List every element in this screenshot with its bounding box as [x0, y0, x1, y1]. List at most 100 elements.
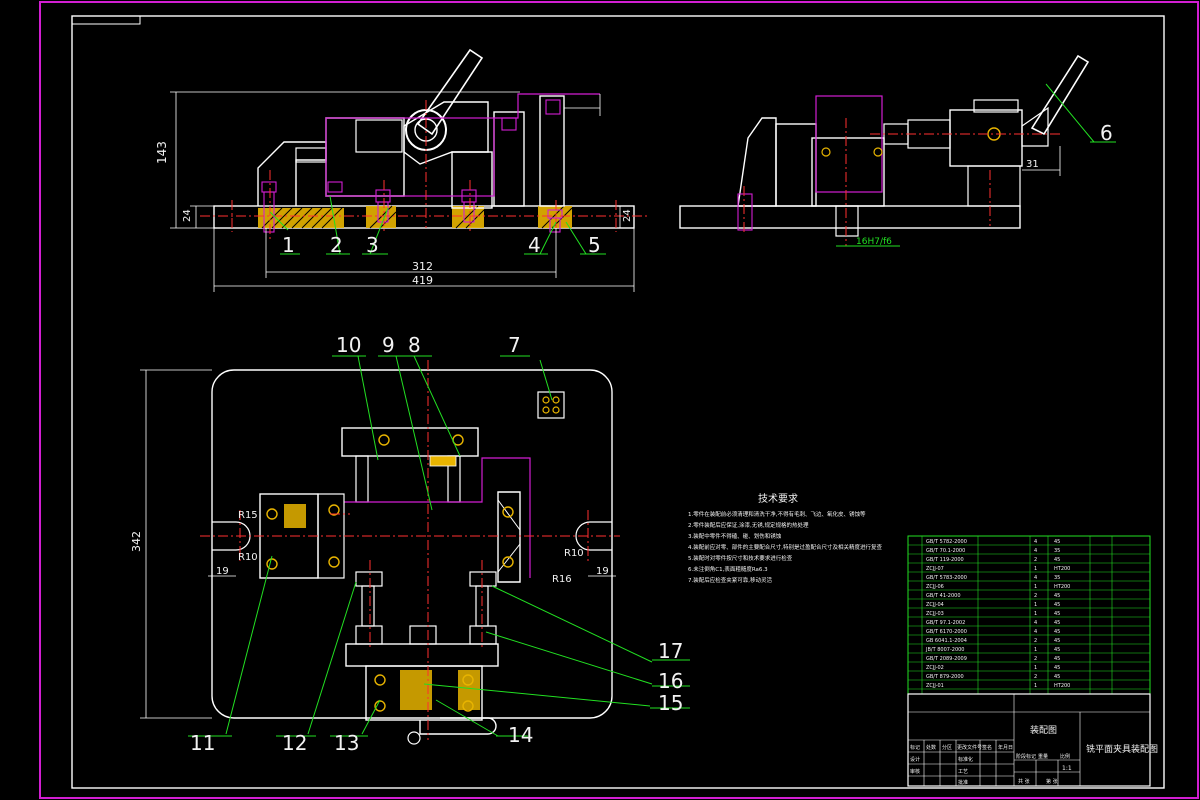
drawing-number-box	[71, 15, 141, 25]
tb-cell-stage: 阶段标记	[1016, 753, 1036, 760]
balloon-6: 6	[1100, 121, 1113, 145]
title-block: 装配图 铣平面夹具装配图 1:1 标记 处数 分区 更改文件号 签名 年月日 设…	[907, 693, 1158, 787]
left-support-block	[257, 141, 327, 206]
bom-qty-14: 1	[1034, 566, 1037, 572]
tb-cell-design: 设计	[910, 756, 920, 763]
balloon-1: 1	[282, 233, 295, 257]
bom-qty-6: 2	[1034, 638, 1037, 644]
outer-sheet-frame	[39, 1, 1199, 799]
bom-code-11: GB/T 41-2000	[926, 593, 961, 599]
bom-mat-13: 35	[1054, 575, 1060, 581]
bom-mat-14: HT200	[1054, 566, 1070, 572]
bom-qty-2: 2	[1034, 674, 1037, 680]
dim-143: 143	[155, 141, 169, 164]
bom-qty-10: 1	[1034, 602, 1037, 608]
tb-cell-count: 处数	[926, 744, 936, 751]
dim-342: 342	[130, 531, 143, 552]
bom-mat-6: 45	[1054, 638, 1060, 644]
top-view: 342 R15 R10 R10 R16 19 19	[130, 360, 620, 745]
side-base	[679, 205, 1021, 229]
balloon-16: 16	[658, 669, 683, 693]
bom-qty-17: 4	[1034, 539, 1037, 545]
title-main: 铣平面夹具装配图	[1086, 743, 1158, 755]
tb-cell-ratio: 比例	[1060, 753, 1070, 760]
bom-code-9: ZCJJ-03	[926, 611, 944, 617]
tb-cell-zone: 分区	[942, 744, 952, 751]
bom-mat-5: 45	[1054, 647, 1060, 653]
dim-r16: R16	[552, 574, 572, 585]
center-body	[325, 117, 405, 197]
bom-qty-4: 2	[1034, 656, 1037, 662]
bom-code-5: JB/T 8007-2000	[925, 647, 965, 653]
tb-cell-standard: 标准化	[958, 756, 973, 763]
bom-mat-7: 45	[1054, 629, 1060, 635]
dim-19-left: 19	[216, 566, 229, 577]
balloon-13: 13	[334, 731, 359, 755]
bom-code-8: GB/T 97.1-2002	[926, 620, 965, 626]
balloon-7: 7	[508, 333, 521, 357]
right-post	[493, 111, 525, 207]
bom-mat-4: 45	[1054, 656, 1060, 662]
bom-qty-13: 4	[1034, 575, 1037, 581]
bom-code-4: GB/T 2089-2009	[926, 656, 967, 662]
dim-24-left: 24	[182, 209, 193, 222]
bom-mat-9: 45	[1054, 611, 1060, 617]
bom-mat-2: 45	[1054, 674, 1060, 680]
dim-19-right: 19	[596, 566, 609, 577]
bom-qty-3: 1	[1034, 665, 1037, 671]
dim-312: 312	[412, 260, 433, 273]
tb-cell-weight: 重量	[1038, 753, 1048, 760]
bom-qty-5: 1	[1034, 647, 1037, 653]
bom-code-12: ZCJJ-06	[926, 584, 944, 590]
bom-code-10: ZCJJ-04	[926, 602, 944, 608]
bom-code-17: GB/T 5782-2000	[926, 539, 967, 545]
balloon-15: 15	[658, 691, 683, 715]
bom-qty-1: 1	[1034, 683, 1037, 689]
tb-cell-marker: 标记	[910, 744, 920, 751]
front-view: 143 24 24 312 419	[155, 48, 650, 292]
assembly-drawing: 143 24 24 312 419 31 16H7/f6 342 R15 R10…	[39, 1, 1199, 799]
bom-code-13: GB/T 5783-2000	[926, 575, 967, 581]
side-workpiece-phantom	[815, 95, 883, 193]
tech-req-5: 5.装配时对零件按尺寸和技术要求进行检查	[688, 554, 793, 562]
side-view: 31 16H7/f6	[679, 54, 1090, 247]
bom-mat-1: HT200	[1054, 683, 1070, 689]
balloon-9: 9	[382, 333, 395, 357]
balloon-8: 8	[408, 333, 421, 357]
bom-qty-9: 1	[1034, 611, 1037, 617]
bom-qty-11: 2	[1034, 593, 1037, 599]
dim-419: 419	[412, 274, 433, 287]
bom-qty-15: 2	[1034, 557, 1037, 563]
bom-code-7: GB/T 6170-2000	[926, 629, 967, 635]
bom-code-15: GB/T 119-2000	[926, 557, 964, 563]
tb-cell-sheet: 第 张	[1046, 778, 1058, 785]
bom-mat-3: 45	[1054, 665, 1060, 671]
balloon-11: 11	[190, 731, 215, 755]
balloon-14: 14	[508, 723, 533, 747]
bom-mat-8: 45	[1054, 620, 1060, 626]
balloon-17: 17	[658, 639, 683, 663]
dim-r15: R15	[238, 510, 258, 521]
fit-16h7f6: 16H7/f6	[856, 237, 892, 247]
tb-cell-review: 审核	[910, 768, 920, 775]
bom-qty-8: 4	[1034, 620, 1037, 626]
bom-mat-11: 45	[1054, 593, 1060, 599]
drawing-canvas: 143 24 24 312 419 31 16H7/f6 342 R15 R10…	[0, 0, 1200, 800]
tech-req-6: 6.未注倒角C1,表面粗糙度Ra6.3	[688, 565, 768, 573]
dim-31: 31	[1026, 159, 1039, 170]
bom-mat-16: 35	[1054, 548, 1060, 554]
tb-cell-date: 年月日	[998, 744, 1013, 751]
title-scale: 1:1	[1062, 765, 1072, 772]
technical-requirements: 技术要求 1.零件在装配前必须清理和清洗干净,不得有毛刺、飞边、氧化皮、锈蚀等 …	[688, 492, 882, 584]
tech-req-7: 7.装配后应检查夹紧可靠,移动灵活	[688, 576, 772, 584]
bom-code-2: GB/T 879-2000	[926, 674, 964, 680]
tb-cell-approve: 批准	[958, 779, 968, 786]
tb-cell-signature: 签名	[982, 744, 992, 751]
bom-qty-12: 1	[1034, 584, 1037, 590]
leader-lines	[188, 83, 1116, 737]
tech-req-1: 1.零件在装配前必须清理和清洗干净,不得有毛刺、飞边、氧化皮、锈蚀等	[688, 510, 866, 518]
bom-mat-17: 45	[1054, 539, 1060, 545]
bom-code-14: ZCJJ-07	[926, 566, 944, 572]
dim-r10-left: R10	[238, 552, 258, 563]
balloon-4: 4	[528, 233, 541, 257]
